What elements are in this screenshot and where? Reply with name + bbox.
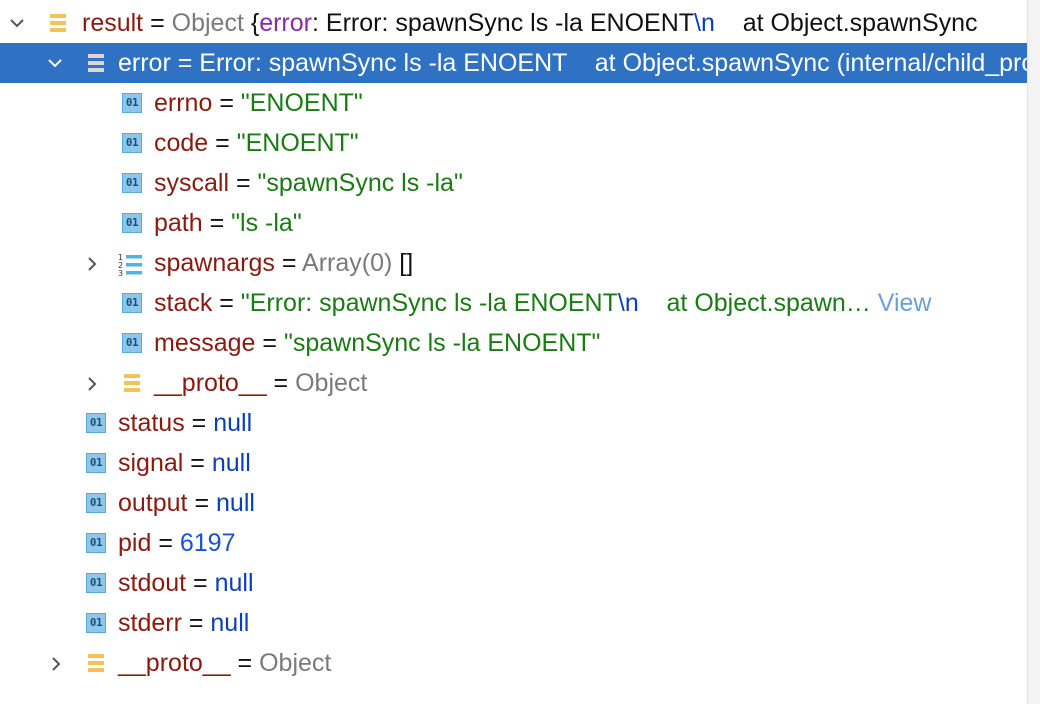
variable-value: "ls -la" <box>231 209 302 237</box>
chevron-down-icon[interactable] <box>8 3 30 43</box>
tree-row-signal[interactable]: 01 signal = null <box>0 443 1028 483</box>
variable-name: code <box>154 129 209 157</box>
variable-name: stderr <box>118 609 182 637</box>
primitive-icon: 01 <box>122 213 142 233</box>
variable-type: Object <box>259 649 332 677</box>
tree-row-stdout[interactable]: 01 stdout = null <box>0 563 1028 603</box>
array-icon: 1 2 3 <box>118 250 144 278</box>
variable-name: __proto__ <box>118 649 231 677</box>
object-icon <box>86 653 106 673</box>
variable-name: message <box>154 329 256 357</box>
variable-name: signal <box>118 449 184 477</box>
variable-type: Object <box>295 369 368 397</box>
variable-value: [] <box>392 249 414 277</box>
variable-value: null <box>213 409 253 437</box>
tree-row-status[interactable]: 01 status = null <box>0 403 1028 443</box>
variable-name: path <box>154 209 203 237</box>
variable-value: null <box>216 489 255 517</box>
primitive-icon: 01 <box>86 413 106 433</box>
variable-name: pid <box>118 529 152 557</box>
tree-row-path[interactable]: 01 path = "ls -la" <box>0 203 1028 243</box>
variable-name: stack <box>154 289 213 317</box>
object-icon <box>86 53 106 73</box>
tree-row-result[interactable]: result = Object {error: Error: spawnSync… <box>0 3 1028 43</box>
variable-name: output <box>118 489 188 517</box>
variable-value: "ENOENT" <box>236 129 359 157</box>
primitive-icon: 01 <box>122 333 142 353</box>
variable-value: null <box>214 569 254 597</box>
primitive-icon: 01 <box>86 613 106 633</box>
chevron-right-icon[interactable] <box>84 363 106 403</box>
vertical-scrollbar[interactable] <box>1027 0 1040 704</box>
tree-row-message[interactable]: 01 message = "spawnSync ls -la ENOENT" <box>0 323 1028 363</box>
primitive-icon: 01 <box>122 173 142 193</box>
primitive-icon: 01 <box>122 93 142 113</box>
primitive-icon: 01 <box>122 133 142 153</box>
object-icon <box>122 373 142 393</box>
variable-type: Array(0) <box>302 249 393 277</box>
chevron-down-icon[interactable] <box>46 43 68 83</box>
variable-name: result <box>82 9 144 37</box>
primitive-icon: 01 <box>86 533 106 553</box>
primitive-icon: 01 <box>122 293 142 313</box>
chevron-right-icon[interactable] <box>48 643 70 683</box>
variable-name: spawnargs <box>154 249 275 277</box>
view-link[interactable]: View <box>871 289 932 317</box>
object-icon <box>48 13 68 33</box>
tree-row-errno[interactable]: 01 errno = "ENOENT" <box>0 83 1028 123</box>
tree-row-code[interactable]: 01 code = "ENOENT" <box>0 123 1028 163</box>
variable-value: "spawnSync ls -la" <box>257 169 463 197</box>
variable-name: stdout <box>118 569 187 597</box>
preview-key: error <box>259 9 312 37</box>
tree-row-spawnargs[interactable]: 1 2 3 spawnargs = Array(0) [] <box>0 243 1028 283</box>
chevron-right-icon[interactable] <box>84 243 106 283</box>
list-number-3: 3 <box>118 269 123 278</box>
tree-row-output[interactable]: 01 output = null <box>0 483 1028 523</box>
variable-value: "Error: spawnSync ls -la ENOENT <box>240 289 618 317</box>
debugger-variables-tree: result = Object {error: Error: spawnSync… <box>0 3 1028 683</box>
preview-value: Error: spawnSync ls -la ENOENT <box>325 9 695 37</box>
variable-name: error <box>118 49 171 77</box>
primitive-icon: 01 <box>86 493 106 513</box>
variable-value: null <box>211 449 251 477</box>
variable-value: "ENOENT" <box>240 89 363 117</box>
tree-row-error-proto[interactable]: __proto__ = Object <box>0 363 1028 403</box>
variable-value: null <box>210 609 250 637</box>
variable-name: errno <box>154 89 213 117</box>
tree-row-pid[interactable]: 01 pid = 6197 <box>0 523 1028 563</box>
tree-row-result-proto[interactable]: __proto__ = Object <box>0 643 1028 683</box>
variable-name: syscall <box>154 169 230 197</box>
variable-value: Error: spawnSync ls -la ENOENT <box>199 49 567 77</box>
tree-row-stderr[interactable]: 01 stderr = null <box>0 603 1028 643</box>
tree-row-stack[interactable]: 01 stack = "Error: spawnSync ls -la ENOE… <box>0 283 1028 323</box>
variable-name: __proto__ <box>154 369 267 397</box>
variable-name: status <box>118 409 185 437</box>
primitive-icon: 01 <box>86 573 106 593</box>
tree-row-error[interactable]: error = Error: spawnSync ls -la ENOENT a… <box>0 43 1028 83</box>
variable-value: "spawnSync ls -la ENOENT" <box>283 329 601 357</box>
variable-value: 6197 <box>179 529 236 557</box>
variable-type: Object <box>171 9 244 37</box>
tree-row-syscall[interactable]: 01 syscall = "spawnSync ls -la" <box>0 163 1028 203</box>
primitive-icon: 01 <box>86 453 106 473</box>
